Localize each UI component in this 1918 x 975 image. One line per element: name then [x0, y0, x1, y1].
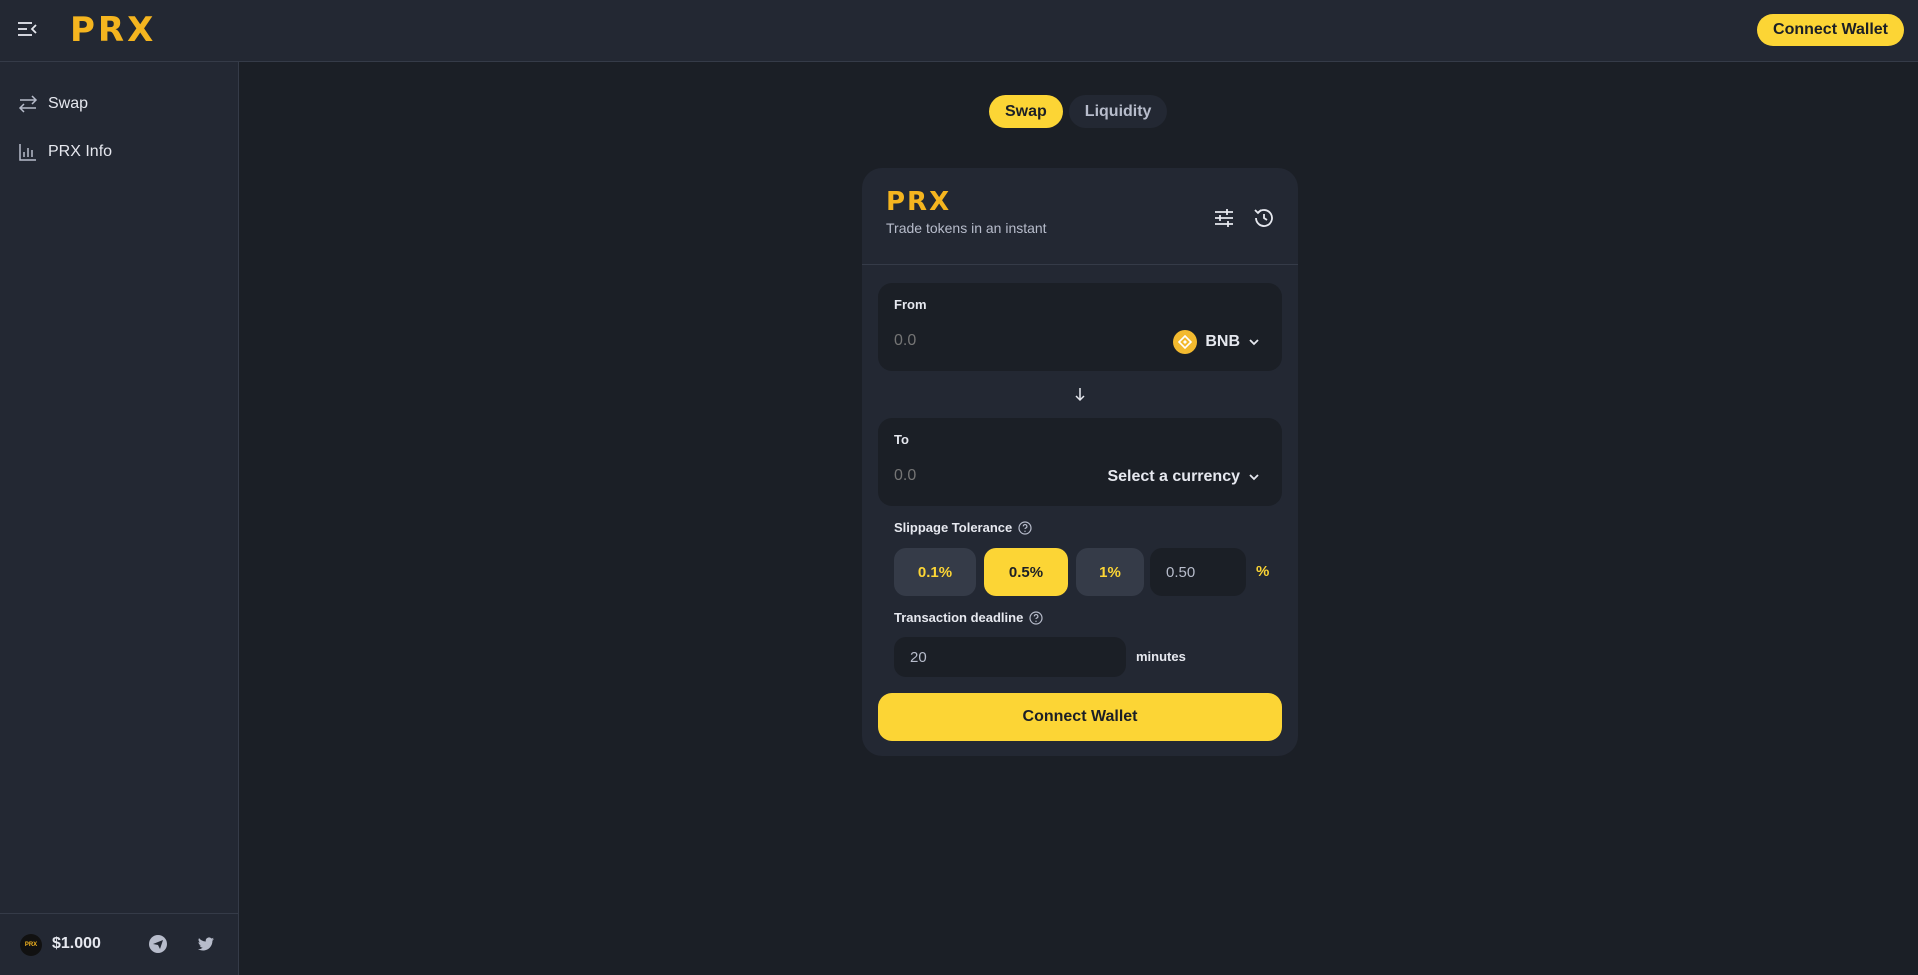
to-amount-input[interactable]: [894, 464, 1074, 488]
card-logo: PRX: [886, 187, 952, 217]
sidebar-item-prx-info[interactable]: PRX Info: [18, 140, 112, 164]
bnb-icon: [1173, 330, 1198, 354]
chevron-down-icon: [1249, 339, 1259, 346]
slippage-custom-input[interactable]: [1150, 548, 1246, 596]
slippage-option-1[interactable]: 1%: [1076, 548, 1144, 596]
to-label: To: [894, 432, 909, 447]
from-token-select[interactable]: BNB: [1173, 329, 1260, 355]
history-icon[interactable]: [1252, 206, 1276, 230]
sidebar: Swap PRX Info PRX $1.000: [0, 62, 239, 975]
connect-wallet-button[interactable]: Connect Wallet: [878, 693, 1282, 741]
from-token-label: BNB: [1205, 333, 1240, 350]
from-amount-input[interactable]: [894, 329, 1074, 353]
slippage-label-text: Slippage Tolerance: [894, 520, 1013, 535]
help-icon[interactable]: [1018, 520, 1032, 535]
swap-liquidity-tabs: Swap Liquidity: [989, 95, 1168, 128]
to-token-label: Select a currency: [1107, 468, 1240, 485]
from-panel: From BNB: [878, 283, 1282, 371]
top-bar: PRX Connect Wallet: [0, 0, 1918, 62]
to-panel: To Select a currency: [878, 418, 1282, 506]
chevron-down-icon: [1249, 474, 1259, 481]
card-subtitle: Trade tokens in an instant: [886, 220, 1047, 236]
sidebar-item-label: PRX Info: [48, 143, 113, 160]
sidebar-footer: PRX $1.000: [0, 913, 239, 975]
slippage-percent-unit: %: [1256, 563, 1270, 580]
deadline-label: Transaction deadline: [894, 610, 1043, 625]
deadline-label-text: Transaction deadline: [894, 610, 1024, 625]
slippage-label: Slippage Tolerance: [894, 520, 1032, 535]
from-label: From: [894, 297, 927, 312]
card-header: PRX Trade tokens in an instant: [862, 168, 1298, 265]
prx-price: $1.000: [52, 935, 101, 952]
tab-swap[interactable]: Swap: [989, 95, 1063, 128]
help-icon[interactable]: [1029, 610, 1043, 625]
swap-card: PRX Trade tokens in an instant From BNB: [862, 168, 1298, 756]
logo[interactable]: PRX: [70, 12, 156, 48]
twitter-icon[interactable]: [196, 934, 216, 954]
to-token-select[interactable]: Select a currency: [1107, 464, 1260, 490]
logo-text: PRX: [70, 10, 157, 50]
arrow-down-icon[interactable]: [1070, 384, 1090, 404]
menu-collapse-icon[interactable]: [16, 18, 38, 40]
header-connect-wallet-button[interactable]: Connect Wallet: [1757, 14, 1904, 46]
tab-liquidity[interactable]: Liquidity: [1068, 95, 1168, 128]
telegram-icon[interactable]: [148, 934, 168, 954]
slippage-option-0-5[interactable]: 0.5%: [984, 548, 1068, 596]
settings-sliders-icon[interactable]: [1212, 206, 1236, 230]
bar-chart-icon: [19, 144, 36, 161]
deadline-input[interactable]: [894, 637, 1126, 677]
swap-arrows-icon: [18, 95, 38, 113]
deadline-unit: minutes: [1136, 649, 1186, 664]
prx-coin-icon: PRX: [20, 934, 42, 956]
sidebar-item-swap[interactable]: Swap: [18, 92, 88, 116]
slippage-option-0-1[interactable]: 0.1%: [894, 548, 976, 596]
sidebar-item-label: Swap: [48, 95, 89, 112]
